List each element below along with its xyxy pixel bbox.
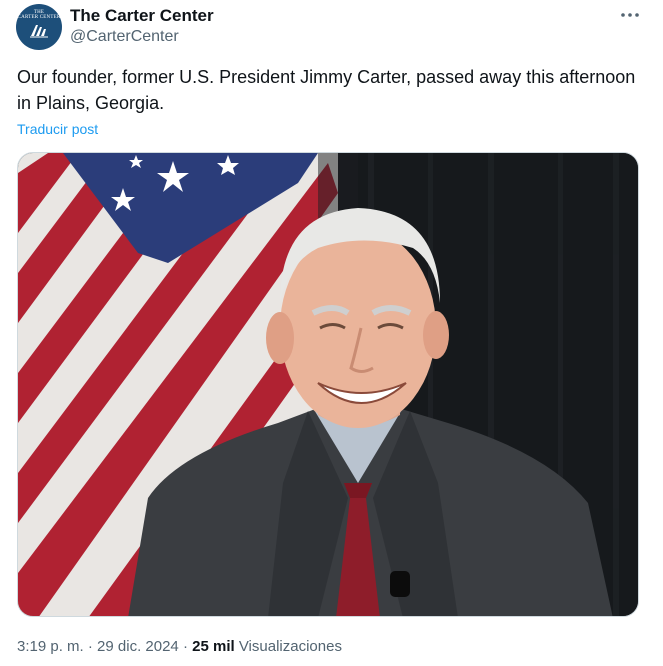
tweet-meta: 3:19 p. m. · 29 dic. 2024 · 25 mil Visua… [17, 638, 342, 655]
avatar-text-line2: CARTER CENTER [17, 15, 61, 20]
tweet: THE CARTER CENTER The Carter Center @Car… [0, 0, 663, 666]
photo-illustration [18, 153, 638, 616]
meta-separator: · [182, 638, 188, 655]
tweet-date[interactable]: 29 dic. 2024 [97, 638, 179, 655]
more-dots-icon[interactable] [618, 6, 642, 24]
avatar[interactable]: THE CARTER CENTER [16, 4, 62, 50]
views-count: 25 mil [192, 638, 235, 655]
tweet-text: Our founder, former U.S. President Jimmy… [17, 67, 636, 113]
meta-separator: · [87, 638, 93, 655]
tweet-photo[interactable] [17, 152, 639, 617]
account-name[interactable]: The Carter Center [70, 6, 214, 26]
carter-center-logo-icon [30, 25, 48, 38]
account-handle[interactable]: @CarterCenter [70, 28, 179, 46]
views-label: Visualizaciones [238, 638, 342, 655]
tweet-time[interactable]: 3:19 p. m. [17, 638, 84, 655]
translate-post-link[interactable]: Traducir post [17, 121, 98, 137]
